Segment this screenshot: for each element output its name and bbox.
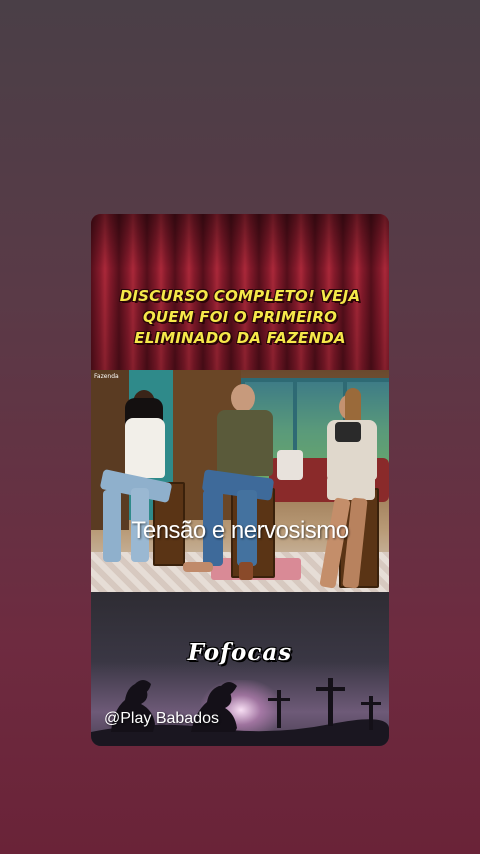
headline-line-1: DISCURSO COMPLETO! VEJA <box>119 287 361 305</box>
channel-handle[interactable]: @Play Babados <box>104 710 219 728</box>
tv-channel-logo: Fazenda <box>94 373 119 380</box>
brand-footer: Fofocas @Play Babados <box>91 592 389 746</box>
brand-title: Fofocas <box>187 639 293 666</box>
tv-show-scene: Fazenda Tensão e nervosismo <box>91 370 389 592</box>
headline-line-2: QUEM FOI O PRIMEIRO <box>142 308 338 326</box>
headline-line-3: ELIMINADO DA FAZENDA <box>134 329 346 347</box>
video-caption: Tensão e nervosismo <box>131 517 349 544</box>
post-headline: DISCURSO COMPLETO! VEJA QUEM FOI O PRIME… <box>111 286 369 349</box>
video-post-card[interactable]: DISCURSO COMPLETO! VEJA QUEM FOI O PRIME… <box>91 214 389 746</box>
